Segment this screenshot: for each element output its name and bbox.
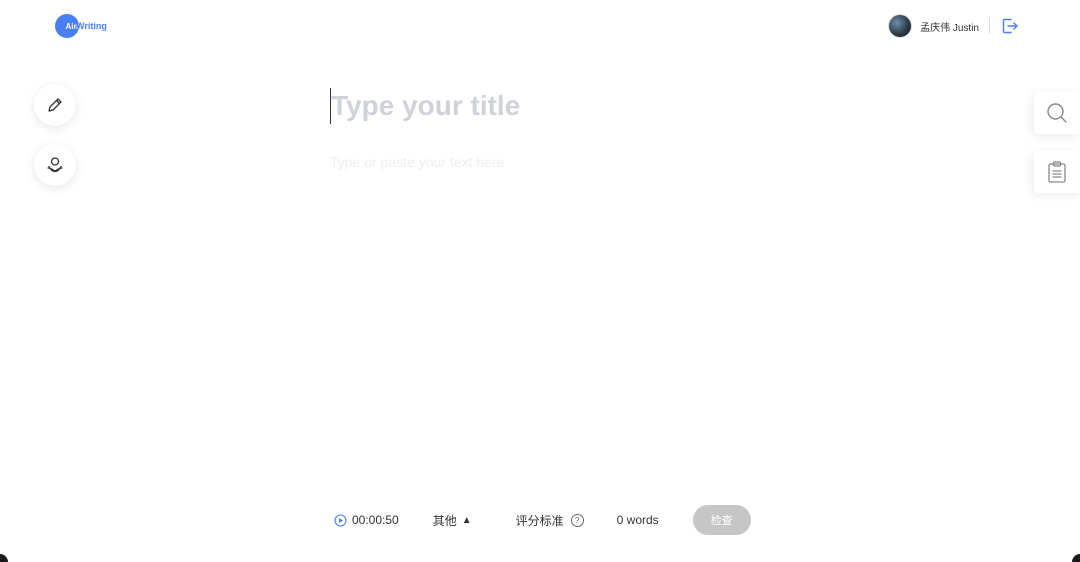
clipboard-panel-button[interactable] — [1034, 151, 1080, 193]
clipboard-icon — [1048, 161, 1066, 183]
caret-up-icon: ▲ — [461, 514, 472, 526]
criteria-label: 评分标准 — [515, 513, 564, 528]
body-textarea[interactable] — [330, 154, 750, 194]
header-divider — [989, 18, 990, 34]
search-panel-button[interactable] — [1034, 92, 1080, 134]
window-corner — [0, 554, 8, 562]
user-hands-icon — [47, 157, 63, 173]
logo-text: Writing — [76, 21, 107, 31]
username[interactable]: 孟庆伟 Justin — [920, 19, 979, 34]
write-tool-button[interactable] — [34, 84, 76, 126]
other-dropdown[interactable]: 其他 ▲ — [433, 512, 472, 529]
logout-button[interactable] — [1000, 16, 1020, 36]
bottom-toolbar: 00:00:50 其他 ▲ 评分标准 ? 0 words 检查 — [334, 505, 751, 535]
app-logo[interactable]: Aim Writing — [55, 14, 107, 38]
play-circle-icon — [334, 513, 347, 527]
avatar[interactable] — [888, 14, 913, 38]
other-label: 其他 — [432, 513, 457, 528]
scoring-criteria[interactable]: 评分标准 ? — [516, 512, 584, 529]
pencil-icon — [48, 98, 62, 112]
window-corner — [1072, 554, 1080, 562]
word-count: 0 words — [616, 513, 659, 527]
coach-tool-button[interactable] — [34, 144, 76, 186]
search-icon — [1047, 103, 1067, 123]
editor — [330, 88, 810, 194]
check-button[interactable]: 检查 — [692, 505, 751, 535]
user-area: 孟庆伟 Justin — [888, 14, 1020, 38]
logout-icon — [1002, 18, 1018, 34]
timer[interactable]: 00:00:50 — [334, 513, 399, 527]
timer-value: 00:00:50 — [352, 513, 399, 527]
help-circle-icon[interactable]: ? — [570, 513, 584, 527]
title-input[interactable] — [330, 88, 751, 124]
